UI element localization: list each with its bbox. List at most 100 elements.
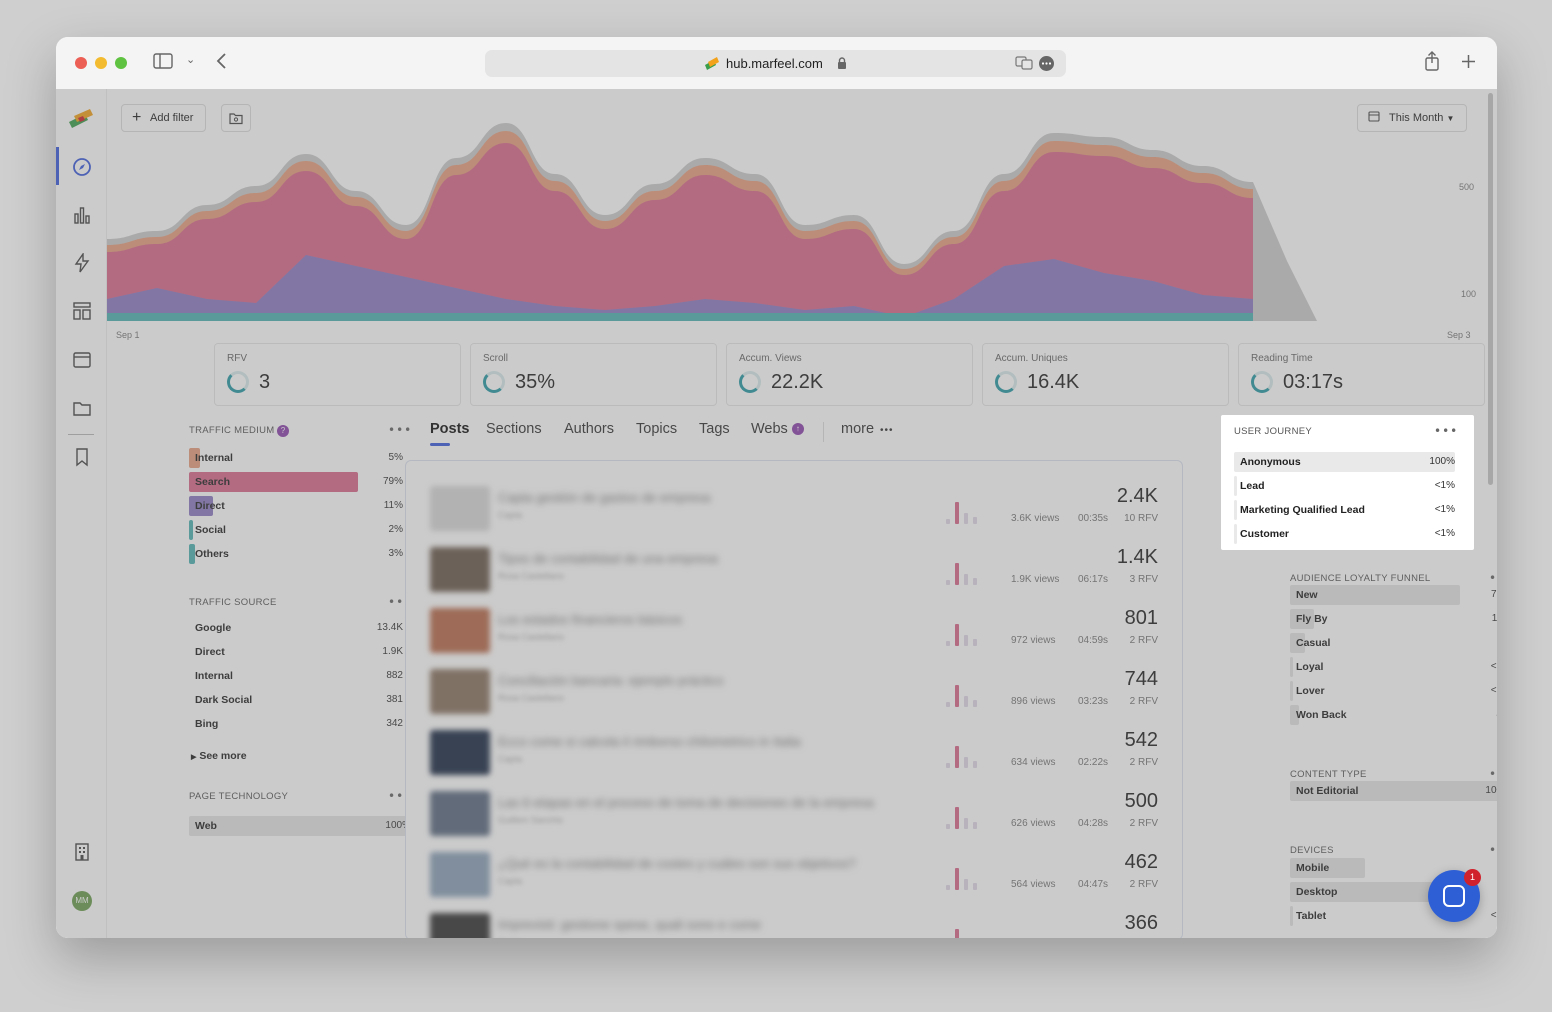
row-label: Direct: [195, 646, 225, 658]
traffic-source-row[interactable]: Bing 342: [189, 714, 403, 734]
date-range-dropdown[interactable]: This Month ▼: [1357, 104, 1467, 132]
row-value: 79%: [382, 476, 403, 487]
post-rfv: 2 RFV: [1129, 818, 1158, 829]
close-window-button[interactable]: [75, 57, 87, 69]
post-author: Guillem Sanchis: [498, 815, 564, 825]
traffic-source-row[interactable]: Dark Social 381: [189, 690, 403, 710]
minimize-window-button[interactable]: [95, 57, 107, 69]
translate-icon[interactable]: [1015, 56, 1033, 70]
page-technology-row[interactable]: Web 100%: [189, 816, 411, 836]
bar-chart-icon[interactable]: [72, 205, 92, 225]
content-type-menu-button[interactable]: •••: [1489, 767, 1497, 781]
post-row[interactable]: Capta gestión de gastos de empresa Capta 2…: [406, 479, 1182, 540]
kpi-card[interactable]: Accum. Views 22.2K: [726, 343, 973, 406]
post-row[interactable]: Las 6 etapas en el proceso de toma de de…: [406, 784, 1182, 845]
saved-views-button[interactable]: [221, 104, 251, 132]
see-more-link[interactable]: ▶ See more: [191, 750, 247, 762]
layout-icon[interactable]: [72, 301, 92, 321]
loyalty-funnel-row[interactable]: New 77%: [1290, 585, 1497, 605]
tab-more[interactable]: more •••: [841, 421, 894, 437]
new-tab-icon[interactable]: [1461, 54, 1476, 73]
tab-authors[interactable]: Authors: [564, 421, 614, 437]
code-window-icon[interactable]: [72, 350, 92, 370]
share-icon[interactable]: [1424, 51, 1440, 75]
spark-bar: [946, 885, 950, 890]
traffic-source-row[interactable]: Internal 882: [189, 666, 403, 686]
kpi-card[interactable]: Reading Time 03:17s: [1238, 343, 1485, 406]
loyalty-funnel-row[interactable]: Lover <1%: [1290, 681, 1497, 701]
content-type-row[interactable]: Not Editorial 100%: [1290, 781, 1497, 801]
add-filter-button[interactable]: + Add filter: [121, 104, 206, 132]
loyalty-funnel-row[interactable]: Won Back4%: [1290, 705, 1497, 725]
post-row[interactable]: Los estados financieros básicos Rosa Cast…: [406, 601, 1182, 662]
post-row[interactable]: ¿Qué es la contabilidad de costes y cuál…: [406, 845, 1182, 906]
post-title: ¿Qué es la contabilidad de costes y cuál…: [498, 856, 856, 871]
traffic-medium-menu-button[interactable]: •••: [388, 423, 412, 437]
kpi-card[interactable]: RFV 3: [214, 343, 461, 406]
row-label: New: [1296, 589, 1318, 601]
tab-label: Posts: [430, 421, 470, 437]
tab-webs[interactable]: Webs ↑: [751, 421, 804, 437]
post-title: Capta gestión de gastos de empresa: [498, 490, 711, 505]
page-technology-title: PAGE TECHNOLOGY: [189, 791, 289, 802]
building-icon[interactable]: [72, 842, 92, 862]
traffic-medium-row[interactable]: Search 79%: [189, 472, 403, 492]
user-journey-row[interactable]: Lead <1%: [1234, 476, 1455, 496]
share-bar: [1290, 657, 1293, 677]
page-menu-icon[interactable]: [1039, 56, 1054, 71]
post-sparkline: [944, 854, 980, 892]
loyalty-funnel-row[interactable]: Loyal <1%: [1290, 657, 1497, 677]
chevron-down-icon[interactable]: ⌄: [186, 53, 195, 66]
kpi-card[interactable]: Accum. Uniques 16.4K: [982, 343, 1229, 406]
row-label: Bing: [195, 718, 219, 730]
lightning-icon[interactable]: [72, 251, 92, 273]
row-label: Anonymous: [1240, 456, 1301, 468]
traffic-source-row[interactable]: Google 13.4K: [189, 618, 403, 638]
marfeel-logo[interactable]: [69, 109, 95, 129]
tab-sections[interactable]: Sections: [486, 421, 542, 437]
tab-label: Webs: [751, 421, 788, 437]
row-label: Customer: [1240, 528, 1290, 540]
loyalty-funnel-menu-button[interactable]: •••: [1489, 571, 1497, 585]
tab-separator: [823, 422, 824, 442]
share-bar: [1234, 500, 1237, 520]
address-bar[interactable]: hub.marfeel.com: [485, 50, 1066, 77]
traffic-medium-row[interactable]: Direct 11%: [189, 496, 403, 516]
post-row[interactable]: Tipos de contabilidad de una empresa Rosa…: [406, 540, 1182, 601]
kpi-progress-ring: [483, 371, 505, 393]
kpi-label: Scroll: [483, 353, 509, 364]
traffic-medium-row[interactable]: Others 3%: [189, 544, 403, 564]
tab-tags[interactable]: Tags: [699, 421, 730, 437]
traffic-source-row[interactable]: Direct 1.9K: [189, 642, 403, 662]
tab-posts[interactable]: Posts: [430, 421, 470, 437]
user-journey-row[interactable]: Anonymous 100%: [1234, 452, 1455, 472]
post-row[interactable]: Ecco come si calcola il rimborso chilome…: [406, 723, 1182, 784]
devices-menu-button[interactable]: •••: [1489, 843, 1497, 857]
post-views: 896 views: [1011, 696, 1056, 707]
post-row[interactable]: Conciliación bancaria: ejemplo práctico R…: [406, 662, 1182, 723]
loyalty-funnel-row[interactable]: Casual7%: [1290, 633, 1497, 653]
user-journey-row[interactable]: Customer <1%: [1234, 524, 1455, 544]
post-metric: 542: [1124, 729, 1158, 751]
kpi-card[interactable]: Scroll 35%: [470, 343, 717, 406]
folder-icon[interactable]: [72, 398, 92, 418]
user-journey-menu-button[interactable]: •••: [1434, 424, 1458, 438]
user-journey-row[interactable]: Marketing Qualified Lead <1%: [1234, 500, 1455, 520]
traffic-medium-row[interactable]: Internal 5%: [189, 448, 403, 468]
tab-topics[interactable]: Topics: [636, 421, 677, 437]
help-icon[interactable]: ?: [277, 425, 289, 437]
page-scrollbar[interactable]: [1488, 93, 1493, 485]
user-avatar[interactable]: MM: [72, 891, 92, 911]
zoom-window-button[interactable]: [115, 57, 127, 69]
post-row[interactable]: Imprevisti: gestione spese, quali sono e…: [406, 906, 1182, 938]
back-icon[interactable]: [216, 52, 228, 74]
row-label: Loyal: [1296, 661, 1324, 673]
bookmark-icon[interactable]: [72, 447, 92, 467]
post-metric: 2.4K: [1116, 485, 1158, 507]
loyalty-funnel-row[interactable]: Fly By 11%: [1290, 609, 1497, 629]
kpi-label: Accum. Uniques: [995, 353, 1068, 364]
row-value: 3%: [388, 548, 403, 559]
traffic-medium-row[interactable]: Social 2%: [189, 520, 403, 540]
compass-icon[interactable]: [72, 157, 92, 177]
sidebar-toggle-icon[interactable]: [153, 53, 173, 73]
